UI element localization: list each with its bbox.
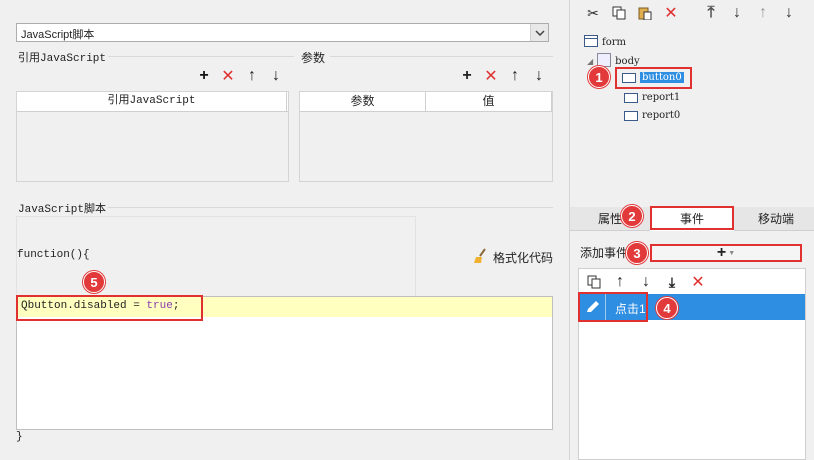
report-icon <box>624 110 638 121</box>
tree-node-label: form <box>602 37 626 48</box>
params-section-label: 参数 <box>301 51 326 65</box>
js-script-section-label: JavaScript脚本 <box>18 204 107 216</box>
divider <box>108 56 294 57</box>
arrow-down-icon[interactable]: ↓ <box>530 67 548 85</box>
arrow-down-icon[interactable]: ↓ <box>728 4 746 22</box>
highlight-box-code <box>16 295 203 321</box>
copy-icon[interactable] <box>610 4 628 22</box>
delete-icon[interactable]: ✕ <box>689 273 707 291</box>
function-close-line: } <box>16 431 23 443</box>
divider <box>108 207 553 208</box>
delete-icon[interactable]: ✕ <box>482 67 500 85</box>
tree-node-form[interactable]: form <box>584 35 626 50</box>
function-open-line: function(){ <box>17 249 90 261</box>
divider <box>330 56 553 57</box>
tree-node-report0[interactable]: report0 <box>624 110 680 121</box>
highlight-box-events-tab <box>650 206 734 230</box>
delete-icon[interactable]: ✕ <box>219 67 237 85</box>
add-icon[interactable]: + <box>458 67 476 85</box>
delete-icon[interactable]: ✕ <box>662 4 680 22</box>
step-badge-3: 3 <box>626 242 648 264</box>
tree-node-label: body <box>615 56 640 67</box>
add-event-label: 添加事件 <box>580 246 629 260</box>
tree-node-label: report1 <box>642 92 681 103</box>
add-icon[interactable]: + <box>195 67 213 85</box>
chevron-down-icon[interactable] <box>530 24 548 41</box>
param-column-header[interactable]: 参数 <box>300 92 426 111</box>
arrow-up-icon[interactable]: ↑ <box>611 273 629 291</box>
format-code-button[interactable]: 格式化代码 <box>473 248 553 267</box>
format-code-label: 格式化代码 <box>493 251 554 265</box>
arrow-down-icon[interactable]: ↓ <box>637 273 655 291</box>
arrow-down-icon[interactable]: ↓ <box>780 4 798 22</box>
move-bottom-icon[interactable]: ⤓ <box>663 273 681 291</box>
params-table: 参数 值 <box>299 91 553 182</box>
tree-node-label: report0 <box>642 110 681 121</box>
arrow-down-icon[interactable]: ↓ <box>267 67 285 85</box>
step-badge-2: 2 <box>621 205 643 227</box>
expand-triangle-icon[interactable]: ◢ <box>587 57 593 66</box>
paste-icon[interactable] <box>636 4 654 22</box>
value-column-header[interactable]: 值 <box>426 92 552 111</box>
step-badge-5: 5 <box>83 271 105 293</box>
highlight-box-event-item <box>578 292 648 322</box>
highlight-box-button0 <box>615 67 692 89</box>
ref-js-column-header[interactable]: 引用JavaScript <box>17 92 287 111</box>
form-icon <box>584 35 598 50</box>
tab-mobile[interactable]: 移动端 <box>748 207 804 231</box>
add-event-dropdown[interactable]: + ▼ <box>650 244 802 262</box>
copy-icon[interactable] <box>585 273 603 291</box>
move-top-icon[interactable]: ⤒ <box>702 4 720 22</box>
dropdown-caret-icon: ▼ <box>728 249 736 257</box>
plus-icon: + <box>716 244 727 261</box>
arrow-up-icon[interactable]: ↑ <box>754 4 772 22</box>
step-badge-4: 4 <box>656 297 678 319</box>
ref-js-table: 引用JavaScript <box>16 91 289 182</box>
cut-icon[interactable]: ✂ <box>584 4 602 22</box>
arrow-up-icon[interactable]: ↑ <box>243 67 261 85</box>
tree-node-report1[interactable]: report1 <box>624 92 680 103</box>
arrow-up-icon[interactable]: ↑ <box>506 67 524 85</box>
broom-icon <box>473 248 489 267</box>
script-type-select[interactable]: JavaScript脚本 <box>16 23 549 42</box>
script-type-value: JavaScript脚本 <box>21 29 95 41</box>
step-badge-1: 1 <box>588 66 610 88</box>
ref-js-section-label: 引用JavaScript <box>18 53 107 65</box>
report-icon <box>624 92 638 103</box>
